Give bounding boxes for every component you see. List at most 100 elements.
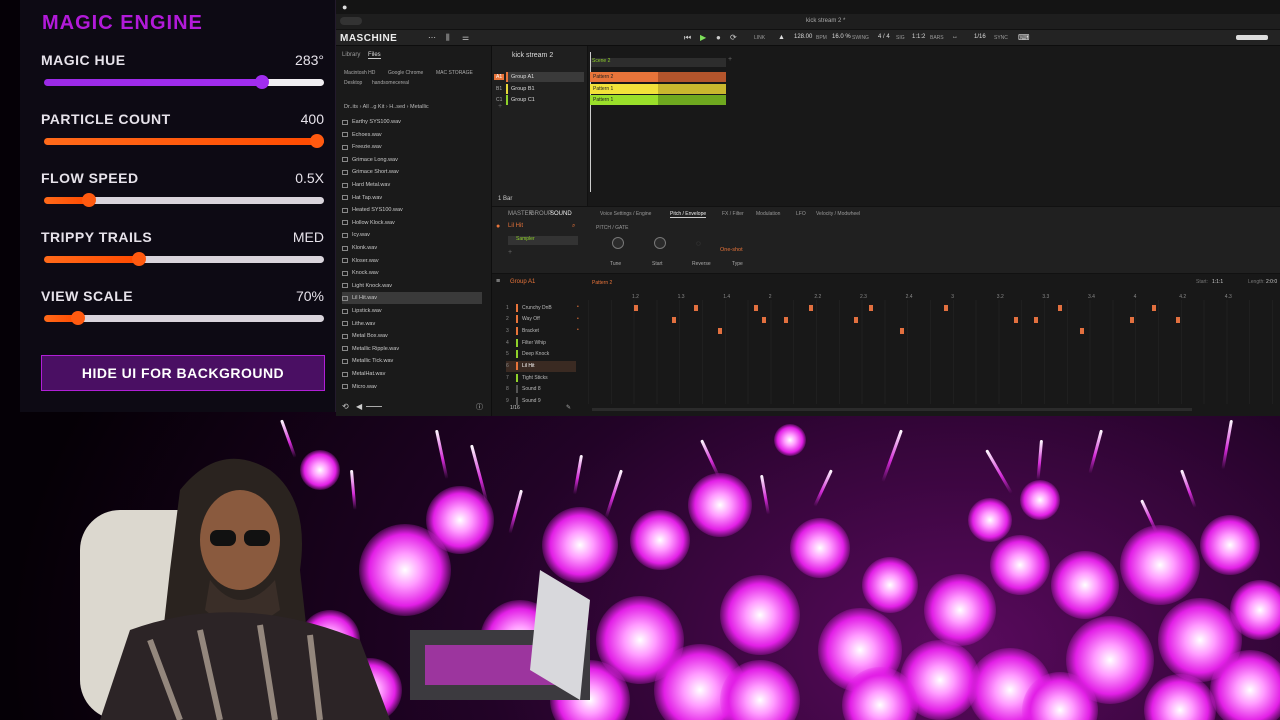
hide-ui-button[interactable]: HIDE UI FOR BACKGROUND — [41, 355, 325, 391]
param-tab[interactable]: FX / Filter — [722, 211, 744, 217]
slider-track[interactable] — [44, 311, 324, 325]
rewind-icon[interactable]: ⏮ — [684, 33, 691, 43]
sync-label[interactable]: SYNC — [994, 35, 1008, 41]
note-event[interactable] — [718, 328, 722, 335]
slider-handle[interactable] — [255, 75, 270, 89]
file-item[interactable]: Heated SYS100.wav — [342, 204, 482, 216]
tab-group[interactable]: GROUP — [530, 211, 552, 217]
file-item[interactable]: Micro.wav — [342, 381, 482, 393]
file-item[interactable]: Freezie.wav — [342, 141, 482, 153]
note-event[interactable] — [869, 305, 873, 311]
info-icon[interactable]: ⓘ — [476, 402, 483, 412]
file-item[interactable]: Hard Metal.wav — [342, 179, 482, 191]
knob-control[interactable] — [612, 237, 624, 249]
add-plugin-icon[interactable]: + — [508, 249, 512, 256]
scene-label[interactable]: Scene 2 — [590, 58, 726, 67]
file-item[interactable]: Kloser.wav — [342, 255, 482, 267]
browser-location[interactable]: Desktop — [344, 80, 362, 86]
add-scene-icon[interactable]: + — [728, 56, 732, 63]
swing-value[interactable]: 16.0 % — [832, 34, 851, 40]
note-event[interactable] — [809, 305, 813, 311]
note-event[interactable] — [1130, 316, 1134, 323]
note-event[interactable] — [672, 316, 676, 323]
param-tab[interactable]: Velocity / Modwheel — [816, 211, 860, 217]
pattern-clip[interactable]: Pattern 1 — [590, 95, 726, 105]
grid-value[interactable]: 1/16 — [974, 34, 986, 40]
group-row[interactable]: Group C1 — [506, 95, 584, 105]
reverse-icon[interactable]: ◌ — [696, 239, 701, 248]
window-controls[interactable] — [340, 17, 362, 25]
note-event[interactable] — [1014, 316, 1018, 323]
group-row[interactable]: Group B1 — [506, 83, 584, 94]
mute-indicator[interactable]: • — [577, 316, 579, 322]
tab-files[interactable]: Files — [368, 52, 381, 59]
refresh-icon[interactable]: ⟲ — [342, 402, 349, 411]
volume-slider[interactable] — [366, 406, 382, 407]
file-item[interactable]: Lipstick.wav — [342, 305, 482, 317]
apple-icon[interactable]: ● — [342, 2, 347, 12]
note-event[interactable] — [762, 316, 766, 323]
browser-location[interactable]: handsomecereal — [372, 80, 409, 86]
file-item[interactable]: Hollow Klock.wav — [342, 217, 482, 229]
slider-track[interactable] — [44, 134, 324, 148]
note-event[interactable] — [1080, 328, 1084, 335]
slider-handle[interactable] — [310, 134, 324, 148]
sound-row[interactable]: 3 Bracket — [506, 325, 576, 336]
slider-track[interactable] — [44, 75, 324, 89]
sound-row[interactable]: 6 Lil Hit — [506, 360, 576, 372]
loop-icon[interactable]: ⟳ — [730, 33, 737, 42]
mute-indicator[interactable]: • — [577, 327, 579, 333]
param-tab[interactable]: Voice Settings / Engine — [600, 211, 651, 217]
editor-group-name[interactable]: Group A1 — [510, 279, 535, 285]
param-tab[interactable]: Pitch / Envelope — [670, 211, 707, 218]
sound-row[interactable]: 5 Deep Knock — [506, 349, 576, 360]
file-item[interactable]: Earthy SYS100.wav — [342, 116, 482, 128]
group-row[interactable]: Group A1 — [506, 72, 584, 82]
tab-library[interactable]: Library — [342, 52, 360, 58]
file-item[interactable]: Metallic Ripple.wav — [342, 343, 482, 355]
note-event[interactable] — [944, 305, 948, 311]
param-tab[interactable]: LFO — [796, 211, 806, 217]
note-event[interactable] — [900, 328, 904, 335]
sound-row[interactable]: 8 Sound 8 — [506, 384, 576, 395]
sound-row[interactable]: 7 Tight Sticks — [506, 372, 576, 383]
note-event[interactable] — [1058, 305, 1062, 311]
type-value[interactable]: One-shot — [720, 247, 743, 253]
file-item[interactable]: Grimace Short.wav — [342, 166, 482, 178]
bpm-value[interactable]: 128.00 — [794, 34, 812, 40]
menu-dots-icon[interactable]: ⋯ — [428, 33, 436, 42]
follow-icon[interactable]: ↔ — [952, 34, 958, 40]
note-event[interactable] — [754, 305, 758, 311]
file-item[interactable]: Lil Hit.wav — [342, 292, 482, 305]
play-icon[interactable]: ▶ — [700, 33, 706, 42]
file-item[interactable]: Metallic Tick.wav — [342, 355, 482, 367]
browser-location[interactable]: Google Chrome — [388, 70, 423, 76]
mute-indicator[interactable]: • — [577, 304, 579, 310]
file-item[interactable]: Knock.wav — [342, 267, 482, 279]
note-grid[interactable] — [588, 300, 1280, 404]
editor-pattern-name[interactable]: Pattern 2 — [592, 280, 612, 286]
start-value[interactable]: 1:1:1 — [1212, 279, 1223, 285]
note-event[interactable] — [784, 316, 788, 323]
plugin-slot[interactable]: Sampler — [508, 236, 578, 245]
slider-handle[interactable] — [132, 252, 147, 266]
speaker-icon[interactable]: ◀ — [356, 402, 362, 411]
pattern-clip[interactable]: Pattern 1 — [590, 83, 726, 94]
file-item[interactable]: Icy.wav — [342, 229, 482, 241]
file-item[interactable]: Echoes.wav — [342, 129, 482, 141]
file-item[interactable]: Hat Tap.wav — [342, 192, 482, 204]
sound-row[interactable]: 9 Sound 9 — [506, 396, 576, 407]
file-item[interactable]: Light Knock.wav — [342, 280, 482, 292]
record-icon[interactable]: ● — [716, 33, 721, 42]
browser-location[interactable]: MAC STORAGE — [436, 70, 473, 76]
slider-handle[interactable] — [81, 193, 96, 207]
note-event[interactable] — [1152, 305, 1156, 311]
list-icon[interactable]: ≡ — [496, 278, 500, 285]
note-event[interactable] — [634, 305, 638, 311]
note-event[interactable] — [854, 316, 858, 323]
slider-track[interactable] — [44, 252, 324, 266]
breadcrumb[interactable]: Dr..its › All ..g Kit › H..sed › Metalli… — [344, 104, 429, 110]
browser-toggle-icon[interactable]: ⫼ — [446, 33, 450, 43]
param-tab[interactable]: Modulation — [756, 211, 780, 217]
sound-row[interactable]: 2 Way Off — [506, 314, 576, 325]
